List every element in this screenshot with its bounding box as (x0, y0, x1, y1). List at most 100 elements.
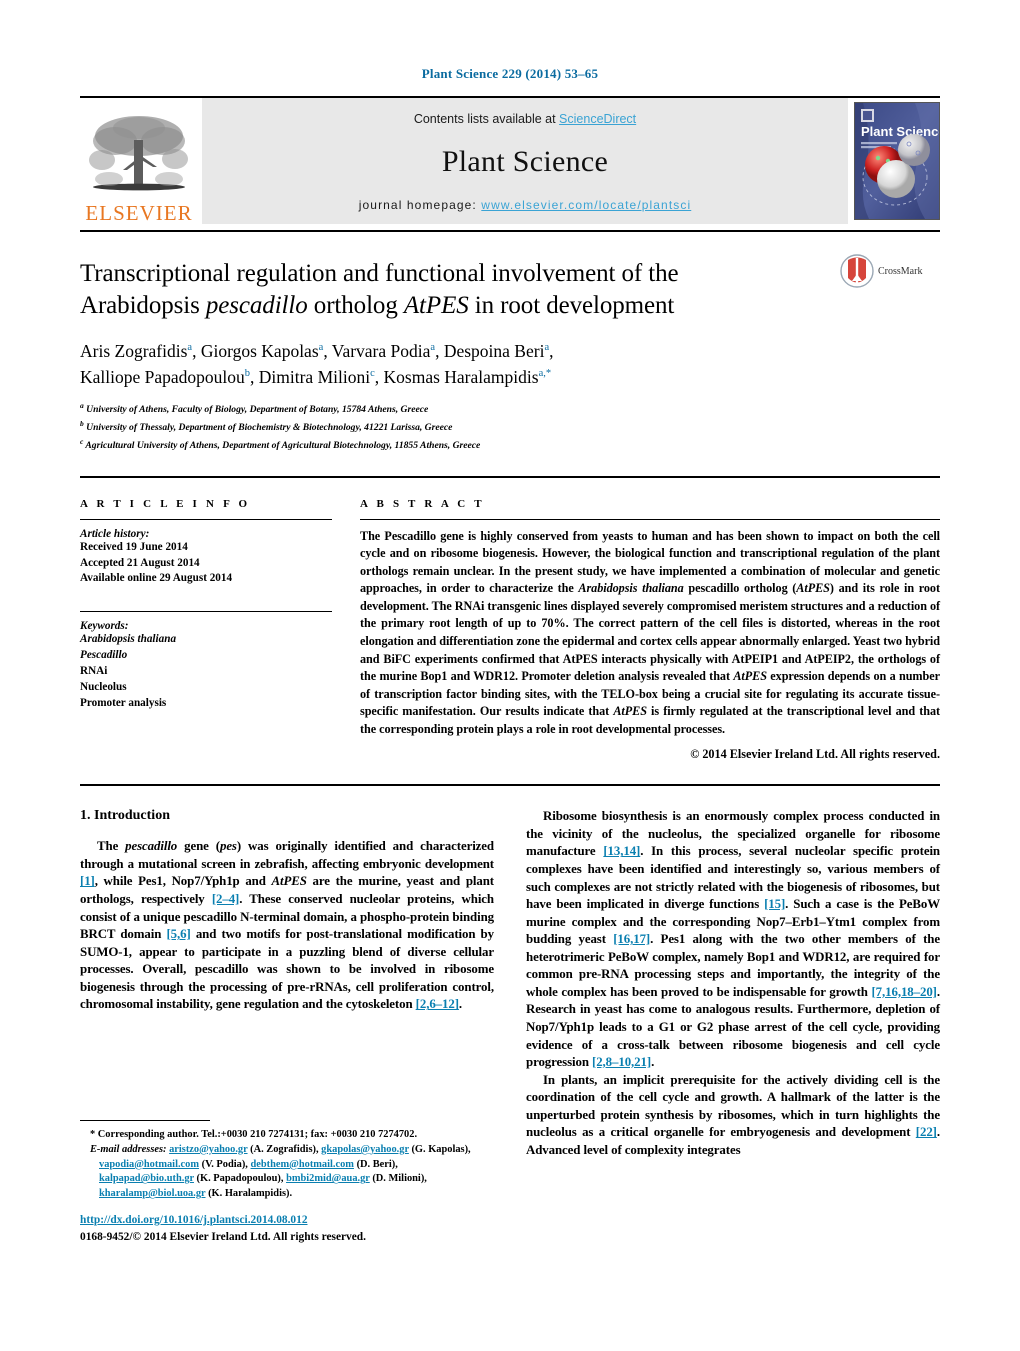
text-run: The (97, 839, 126, 854)
divider (360, 518, 940, 520)
article-body: 1. Introduction The pescadillo gene (pes… (80, 784, 940, 1159)
email-link[interactable]: kharalamp@biol.uoa.gr (99, 1188, 205, 1199)
citation-link[interactable]: [1] (80, 874, 95, 888)
journal-cover-thumbnail: Plant Science (854, 102, 940, 220)
corresponding-author-note: * Corresponding author. Tel.:+0030 210 7… (90, 1129, 418, 1140)
keywords-label: Keywords: (80, 620, 129, 633)
email-link[interactable]: aristzo@yahoo.gr (169, 1144, 247, 1155)
affiliation-item: b University of Thessaly, Department of … (80, 418, 940, 436)
abstract-copyright: © 2014 Elsevier Ireland Ltd. All rights … (690, 747, 940, 762)
abstract-italic-gene: AtPES (733, 669, 767, 684)
footnote-block: * Corresponding author. Tel.:+0030 210 7… (80, 1120, 490, 1202)
italic-atpes: AtPES (271, 874, 307, 889)
article-info-column: A R T I C L E I N F O Article history: R… (80, 498, 332, 763)
journal-cover-image: Plant Science (855, 103, 939, 219)
affiliation-text: University of Athens, Faculty of Biology… (86, 403, 429, 415)
article-history-accepted: Accepted 21 August 2014 (80, 556, 200, 569)
title-line-1: Transcriptional regulation and functiona… (80, 260, 679, 287)
elsevier-wordmark: ELSEVIER (85, 201, 193, 225)
divider (80, 611, 332, 613)
email-link[interactable]: vapodia@hotmail.com (99, 1159, 199, 1170)
body-column-right: Ribosome biosynthesis is an enormously c… (526, 808, 940, 1159)
author-name: Dimitra Milioni (258, 367, 371, 388)
journal-homepage-link[interactable]: www.elsevier.com/locate/plantsci (481, 198, 691, 212)
abstract-italic-gene: AtPES (796, 581, 830, 596)
author-name: Varvara Podia (331, 341, 431, 361)
email-owner: (D. Milioni), (369, 1173, 427, 1185)
author-list: Aris Zografidisa, Giorgos Kapolasa, Varv… (80, 338, 840, 391)
issn-copyright-line: 0168-9452/© 2014 Elsevier Ireland Ltd. A… (80, 1231, 366, 1244)
citation-link[interactable]: [7,16,18–20] (871, 985, 937, 999)
citation-link[interactable]: [16,17] (613, 932, 650, 946)
author-name: Kalliope Papadopoulou (80, 367, 245, 388)
citation-link[interactable]: [2,8–10,21] (592, 1055, 651, 1069)
author-item: Aris Zografidisa, (80, 341, 201, 361)
abstract-heading: A B S T R A C T (360, 497, 485, 510)
email-link[interactable]: debthem@hotmail.com (251, 1159, 354, 1170)
author-name: Aris Zografidis (80, 341, 188, 361)
title-italic-pescadillo: pescadillo (205, 291, 308, 319)
author-separator: , (250, 367, 259, 388)
author-separator: , (323, 341, 332, 361)
section-heading-introduction: 1. Introduction (80, 808, 170, 824)
email-link[interactable]: bmbi2mid@aua.gr (286, 1173, 370, 1184)
journal-band: Contents lists available at ScienceDirec… (202, 98, 848, 224)
author-corresponding-marker[interactable]: a,* (539, 368, 552, 379)
footnote-divider (80, 1120, 210, 1121)
author-item: Kalliope Papadopouloub, (80, 367, 259, 387)
citation-link[interactable]: [13,14] (603, 844, 640, 858)
affiliation-list: a University of Athens, Faculty of Biolo… (80, 400, 940, 454)
citation-link[interactable]: [15] (764, 897, 785, 911)
paragraph: The pescadillo gene (pes) was originally… (80, 838, 494, 1013)
title-block: CrossMark Transcriptional regulation and… (80, 230, 940, 454)
abstract-column: A B S T R A C T The Pescadillo gene is h… (360, 498, 940, 763)
doi-link[interactable]: http://dx.doi.org/10.1016/j.plantsci.201… (80, 1214, 308, 1226)
elsevier-logo: ELSEVIER (80, 98, 198, 224)
author-item: Despoina Beria, (444, 341, 554, 361)
italic-pescadillo: pescadillo (125, 839, 178, 854)
author-item: Varvara Podiaa, (332, 341, 444, 361)
homepage-prefix: journal homepage: (358, 198, 482, 212)
author-separator: , (192, 341, 201, 361)
page-title: Transcriptional regulation and functiona… (80, 258, 780, 321)
article-history-received: Received 19 June 2014 (80, 540, 188, 553)
email-owner: (A. Zografidis), (247, 1143, 322, 1155)
email-owner: (K. Haralampidis). (205, 1188, 293, 1200)
author-name: Giorgos Kapolas (200, 341, 319, 361)
article-history-online: Available online 29 August 2014 (80, 572, 233, 585)
sciencedirect-link[interactable]: ScienceDirect (559, 112, 636, 126)
affiliation-item: c Agricultural University of Athens, Dep… (80, 436, 940, 454)
abstract-italic-species: Arabidopsis thaliana (578, 581, 684, 596)
affiliation-text: Agricultural University of Athens, Depar… (85, 439, 481, 451)
email-link[interactable]: gkapolas@yahoo.gr (321, 1144, 409, 1155)
text-run: In plants, an implicit prerequisite for … (526, 1072, 940, 1140)
author-name: Despoina Beri (443, 341, 545, 361)
email-link[interactable]: kalpapad@bio.uth.gr (99, 1173, 194, 1184)
crossmark-badge[interactable]: CrossMark (840, 254, 940, 288)
article-history-label: Article history: (80, 527, 150, 540)
text-run: gene ( (177, 839, 220, 854)
doi-block: http://dx.doi.org/10.1016/j.plantsci.201… (80, 1210, 500, 1246)
affiliation-text: University of Thessaly, Department of Bi… (86, 421, 453, 433)
article-info-heading: A R T I C L E I N F O (80, 497, 251, 510)
journal-masthead: ELSEVIER Contents lists available at Sci… (80, 96, 940, 224)
citation-link[interactable]: [2–4] (212, 892, 240, 906)
divider (80, 518, 332, 520)
affiliation-item: a University of Athens, Faculty of Biolo… (80, 400, 940, 418)
title-line-2-prefix: Arabidopsis (80, 291, 206, 319)
italic-pes: pes (219, 839, 237, 854)
author-item: Kosmas Haralampidisa,* (384, 367, 552, 387)
citation-link[interactable]: [22] (916, 1125, 937, 1139)
affiliation-marker: a (80, 400, 84, 410)
citation-link[interactable]: [2,6–12] (416, 997, 459, 1011)
keyword-item: Promoter analysis (80, 696, 167, 709)
svg-text:Plant Science: Plant Science (861, 124, 939, 139)
abstract-italic-gene: AtPES (613, 704, 647, 719)
author-separator: , (374, 367, 384, 388)
affiliation-marker: c (80, 436, 84, 446)
citation-link[interactable]: [5,6] (166, 927, 190, 941)
author-separator: , (549, 341, 554, 361)
crossmark-label: CrossMark (878, 265, 923, 277)
text-run: . (651, 1055, 655, 1070)
abstract-text: The Pescadillo gene is highly conserved … (360, 528, 940, 739)
